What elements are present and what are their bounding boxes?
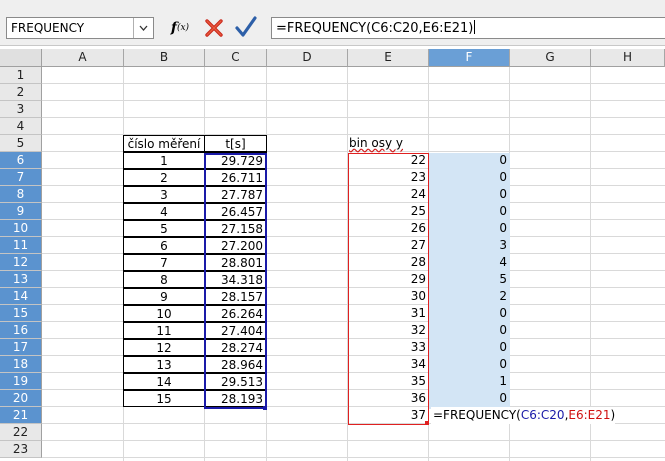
grid-hline [42,440,665,441]
row-header-11[interactable]: 11 [0,237,42,254]
formula-input[interactable]: =FREQUENCY(C6:C20,E6:E21) [271,17,665,39]
accept-icon[interactable] [233,14,259,40]
table-header-cislo-mereni[interactable]: číslo měření [123,135,205,152]
row-header-14[interactable]: 14 [0,288,42,305]
frequency-result-cell[interactable]: 0 [429,356,510,373]
function-wizard-icon[interactable]: f (x) [168,17,192,39]
bin-header[interactable]: bin osy y [348,135,448,152]
table-cell-measurement[interactable]: 9 [123,288,205,305]
row-header-5[interactable]: 5 [0,135,42,152]
column-header-d[interactable]: D [267,49,348,67]
row-header-8[interactable]: 8 [0,186,42,203]
select-all-corner[interactable] [0,49,42,67]
reference-range-e6-e21 [348,153,429,425]
table-cell-measurement[interactable]: 11 [123,322,205,339]
table-cell-measurement[interactable]: 4 [123,203,205,220]
table-cell-measurement[interactable]: 13 [123,356,205,373]
row-header-10[interactable]: 10 [0,220,42,237]
column-header-a[interactable]: A [42,49,124,67]
grid-hline [42,83,665,84]
table-cell-measurement[interactable]: 14 [123,373,205,390]
frequency-result-cell[interactable]: 0 [429,322,510,339]
row-header-17[interactable]: 17 [0,339,42,356]
table-cell-measurement[interactable]: 3 [123,186,205,203]
row-header-16[interactable]: 16 [0,322,42,339]
name-box-value: FREQUENCY [11,21,85,35]
reference-range-c6-c20 [204,153,267,409]
grid-hline [42,100,665,101]
frequency-result-cell[interactable]: 0 [429,203,510,220]
column-header-b[interactable]: B [124,49,205,67]
frequency-result-cell[interactable]: 0 [429,339,510,356]
column-header-g[interactable]: G [510,49,591,67]
frequency-result-cell[interactable]: 2 [429,288,510,305]
frequency-result-cell[interactable]: 4 [429,254,510,271]
edit-formula-ref-e: E6:E21 [568,408,611,422]
formula-edit-cell-f21[interactable]: =FREQUENCY(C6:C20,E6:E21) [431,407,616,424]
name-box[interactable]: FREQUENCY [6,17,154,39]
frequency-result-cell[interactable]: 0 [429,390,510,407]
row-header-6[interactable]: 6 [0,152,42,169]
frequency-result-cell[interactable]: 0 [429,152,510,169]
row-header-9[interactable]: 9 [0,203,42,220]
row-header-18[interactable]: 18 [0,356,42,373]
grid-hline [42,457,665,458]
table-cell-measurement[interactable]: 6 [123,237,205,254]
frequency-result-cell[interactable]: 0 [429,186,510,203]
text-cursor [474,20,476,34]
row-header-19[interactable]: 19 [0,373,42,390]
table-cell-measurement[interactable]: 15 [123,390,205,407]
row-header-12[interactable]: 12 [0,254,42,271]
grid-hline [42,117,665,118]
frequency-result-cell[interactable]: 1 [429,373,510,390]
row-header-13[interactable]: 13 [0,271,42,288]
table-cell-measurement[interactable]: 5 [123,220,205,237]
chevron-down-icon[interactable] [133,18,153,38]
row-header-2[interactable]: 2 [0,84,42,101]
frequency-result-cell[interactable]: 0 [429,305,510,322]
table-cell-measurement[interactable]: 12 [123,339,205,356]
frequency-result-cell[interactable]: 5 [429,271,510,288]
table-cell-measurement[interactable]: 1 [123,152,205,169]
row-header-22[interactable]: 22 [0,424,42,441]
row-header-3[interactable]: 3 [0,101,42,118]
frequency-result-cell[interactable]: 0 [429,169,510,186]
formula-input-value: =FREQUENCY(C6:C20,E6:E21) [276,21,474,36]
grid-vline [590,67,591,461]
column-header-c[interactable]: C [205,49,267,67]
column-header-h[interactable]: H [591,49,665,67]
table-header-t-s[interactable]: t[s] [204,135,267,152]
row-header-20[interactable]: 20 [0,390,42,407]
row-header-15[interactable]: 15 [0,305,42,322]
edit-formula-ref-c: C6:C20 [520,408,565,422]
edit-formula-prefix: =FREQUENCY( [433,408,521,422]
formula-toolbar: FREQUENCY f (x) =FREQUENCY(C6:C20,E6:E21) [0,0,665,46]
table-cell-measurement[interactable]: 7 [123,254,205,271]
row-header-1[interactable]: 1 [0,67,42,84]
table-cell-measurement[interactable]: 8 [123,271,205,288]
column-header-e[interactable]: E [348,49,429,67]
row-header-21[interactable]: 21 [0,407,42,424]
row-header-7[interactable]: 7 [0,169,42,186]
frequency-result-cell[interactable]: 3 [429,237,510,254]
table-cell-measurement[interactable]: 2 [123,169,205,186]
cancel-icon[interactable] [202,16,226,40]
table-cell-measurement[interactable]: 10 [123,305,205,322]
column-header-f[interactable]: F [429,49,510,67]
row-header-4[interactable]: 4 [0,118,42,135]
blue-fill-handle[interactable] [263,406,267,410]
edit-formula-suffix: ) [610,408,616,422]
frequency-result-cell[interactable]: 0 [429,220,510,237]
row-header-23[interactable]: 23 [0,441,42,458]
red-fill-handle[interactable] [425,421,429,425]
